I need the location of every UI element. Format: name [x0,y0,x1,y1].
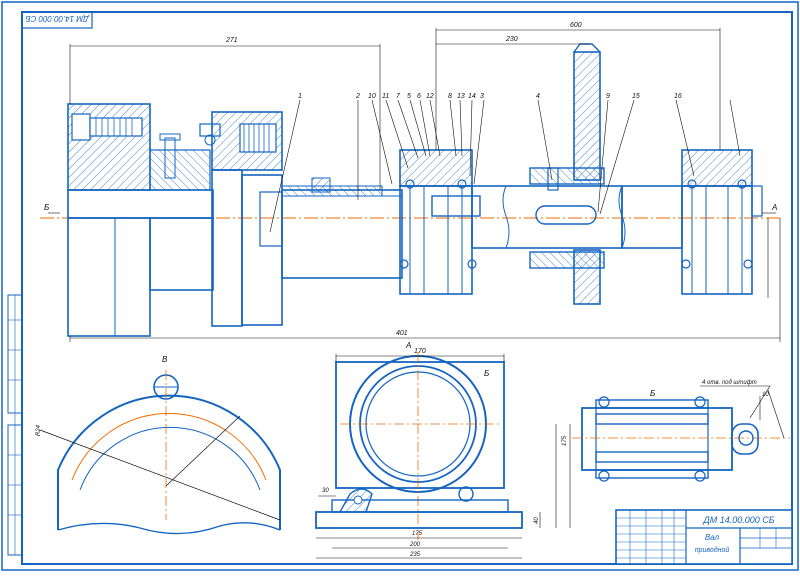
dim-mid-height2: 40 [534,517,540,524]
view-label-b-right: Б [650,389,655,398]
main-view: 271 600 230 401 Б А 1 2 10 11 7 5 6 12 8… [40,22,781,342]
title-name-line2: приводной [695,546,730,554]
view-label-b-left: В [162,355,168,364]
dim-mid-base2: 200 [409,542,421,548]
dim-mid-base3: 235 [409,552,421,558]
drawing-sheet: ДМ 14.00.000 СБ 271 600 230 401 Б А 1 2 … [0,0,800,572]
view-label-a: А [405,341,411,350]
leader-14: 14 [468,93,476,100]
leader-9: 9 [606,93,610,100]
top-left-stamp: ДМ 14.00.000 СБ [21,11,93,29]
stamp-code: ДМ 14.00.000 СБ [25,14,89,23]
section-view-a: 170 А Б 30 175 200 235 175 40 [315,341,571,559]
dim-mid-base1: 175 [412,531,423,537]
dim-right: 10 [762,392,769,398]
leader-2: 2 [355,93,360,100]
dim-upper-b: 230 [505,36,518,43]
leader-13: 13 [457,93,465,100]
leader-10: 10 [368,93,376,100]
leader-1: 1 [298,93,302,100]
arrow-b-mid: Б [484,369,489,378]
dim-main-top: 271 [225,37,238,44]
arrow-b-main: Б [44,203,49,212]
leader-12: 12 [426,93,434,100]
leader-15: 15 [632,93,640,100]
leader-8: 8 [448,93,452,100]
leader-7: 7 [396,93,401,100]
dim-upper-a: 600 [570,22,582,29]
left-side-strip [7,294,23,556]
right-note: 4 отв. под штифт [702,380,757,386]
dim-mid-height: 175 [562,435,568,446]
leader-5: 5 [407,93,411,100]
leader-11: 11 [382,93,389,100]
leader-6: 6 [417,93,421,100]
section-view-b: В R24 [36,355,281,535]
leader-4: 4 [536,93,540,100]
title-name-line1: Вал [705,533,720,542]
dim-mid-left: 30 [322,488,329,494]
view-b-right: Б 4 отв. под штифт 10 [572,380,790,482]
dim-main-bottom: 401 [396,330,408,337]
dim-radius-left: R24 [36,424,42,436]
title-block: ДМ 14.00.000 СБ Вал приводной [615,509,793,565]
leader-3: 3 [480,93,484,100]
dim-mid-width: 170 [414,348,426,355]
assembly-drawing: ДМ 14.00.000 СБ 271 600 230 401 Б А 1 2 … [1,1,799,571]
title-doc-code: ДМ 14.00.000 СБ [702,515,774,525]
arrow-a-main: А [771,203,777,212]
leader-16: 16 [674,93,682,100]
